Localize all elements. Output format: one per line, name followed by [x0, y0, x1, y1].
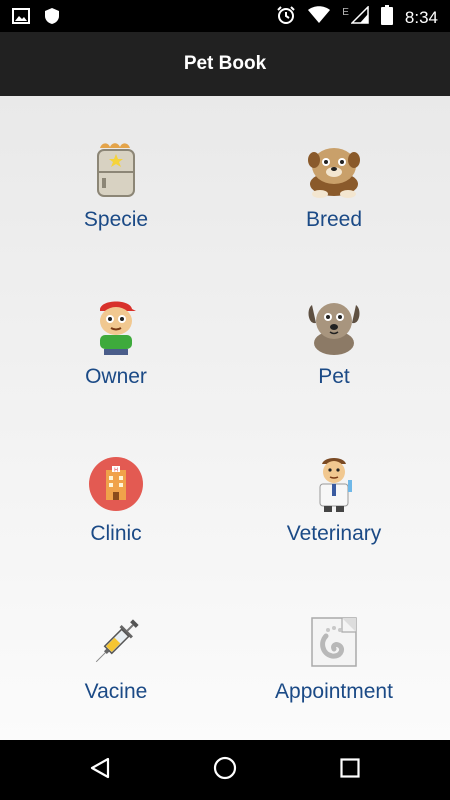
app-title: Pet Book [183, 53, 267, 74]
clinic-icon: H [84, 452, 148, 516]
menu-item-breed[interactable]: Breed [234, 138, 434, 258]
image-icon [12, 8, 30, 29]
bulldog-icon [302, 138, 366, 202]
menu-item-label: Veterinary [286, 522, 382, 545]
menu-item-appointment[interactable]: Appointment [234, 610, 434, 730]
alarm-icon [276, 5, 296, 30]
syringe-icon [84, 610, 148, 674]
menu-item-label: Owner [85, 365, 147, 388]
network-label: E [342, 7, 349, 18]
menu-item-veterinary[interactable]: Veterinary [234, 452, 434, 572]
wifi-icon [308, 6, 331, 29]
menu-item-label: Specie [83, 208, 149, 231]
navigation-bar [0, 740, 450, 800]
battery-icon [380, 5, 393, 30]
signal-icon [350, 5, 369, 29]
menu-item-label: Breed [305, 208, 363, 231]
calendar-note-icon [302, 610, 366, 674]
menu-item-label: Clinic [90, 522, 142, 545]
recents-icon [340, 757, 360, 783]
home-icon [213, 756, 237, 785]
home-button[interactable] [205, 752, 245, 788]
menu-item-clinic[interactable]: H Clinic [16, 452, 216, 572]
back-icon [89, 757, 111, 784]
menu-item-label: Vacine [84, 680, 148, 703]
veterinarian-icon [302, 452, 366, 516]
owner-icon [84, 295, 148, 359]
menu-grid: Specie Breed Owner Pet H Clinic Veterina… [0, 96, 450, 740]
menu-item-owner[interactable]: Owner [16, 295, 216, 415]
menu-item-pet[interactable]: Pet [234, 295, 434, 415]
specie-icon [84, 138, 148, 202]
back-button[interactable] [80, 752, 120, 788]
status-bar: E 8:34 [0, 0, 450, 32]
recents-button[interactable] [330, 752, 370, 788]
menu-item-label: Pet [318, 365, 350, 388]
menu-item-label: Appointment [275, 680, 393, 703]
status-time: 8:34 [404, 7, 438, 27]
dog-icon [302, 295, 366, 359]
menu-item-vacine[interactable]: Vacine [16, 610, 216, 730]
svg-text:H: H [114, 468, 118, 474]
menu-item-specie[interactable]: Specie [16, 138, 216, 258]
shield-icon [44, 7, 60, 30]
app-bar: Pet Book [0, 32, 450, 96]
